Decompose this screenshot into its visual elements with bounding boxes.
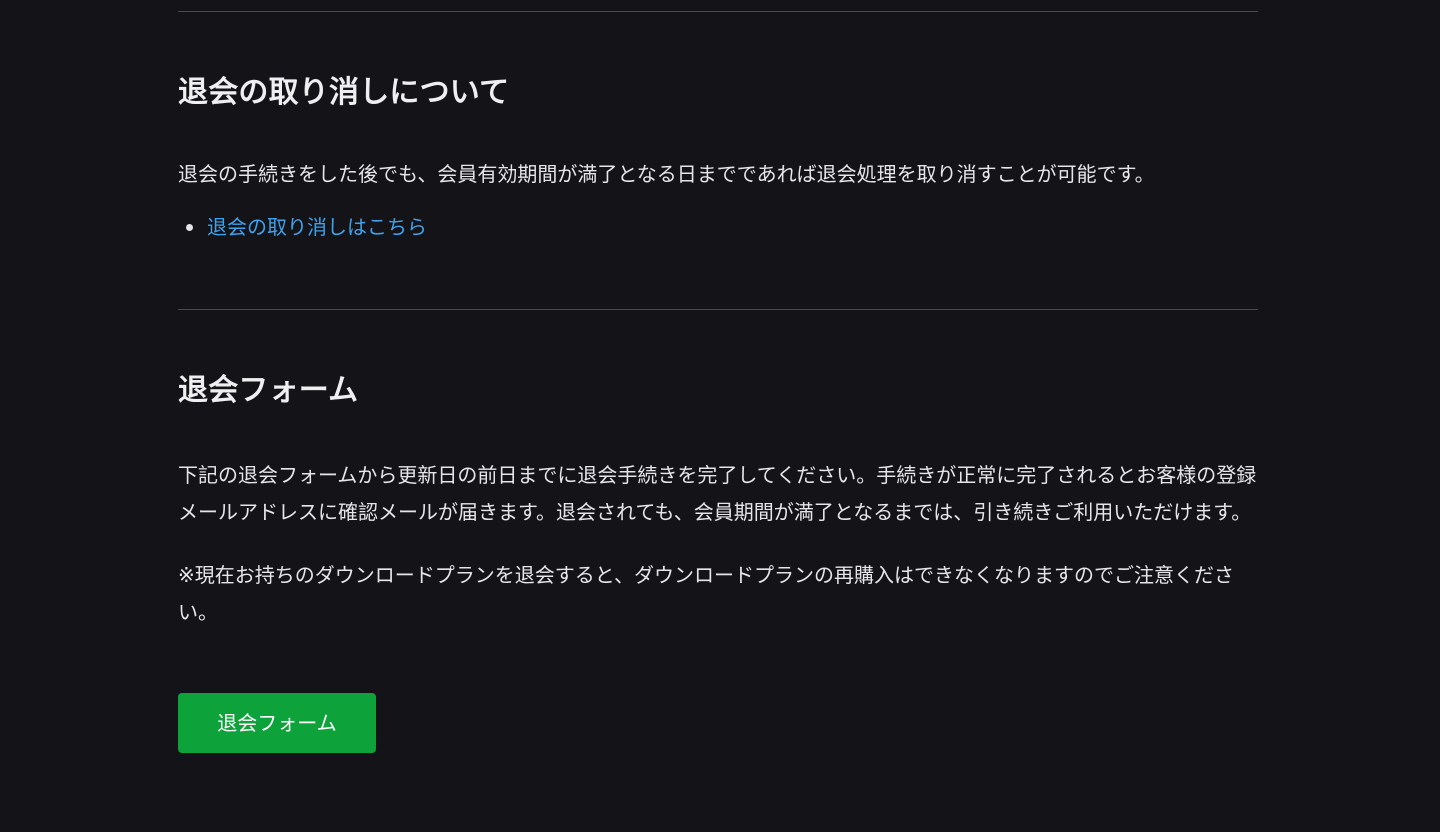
list-item: 退会の取り消しはこちら	[178, 212, 1258, 242]
cancel-section: 退会の取り消しについて 退会の手続きをした後でも、会員有効期間が満了となる日まで…	[178, 12, 1258, 242]
form-section: 退会フォーム 下記の退会フォームから更新日の前日までに退会手続きを完了してくださ…	[178, 310, 1258, 753]
form-section-description: 下記の退会フォームから更新日の前日までに退会手続きを完了してください。手続きが正…	[178, 463, 1257, 524]
bullet-icon	[186, 224, 193, 231]
cancel-section-title: 退会の取り消しについて	[178, 75, 510, 110]
form-section-title: 退会フォーム	[178, 373, 359, 408]
cancel-link-list: 退会の取り消しはこちら	[178, 212, 1258, 242]
cancel-withdrawal-link[interactable]: 退会の取り消しはこちら	[207, 215, 427, 239]
withdrawal-form-button[interactable]: 退会フォーム	[178, 693, 376, 753]
main-content: 退会の取り消しについて 退会の手続きをした後でも、会員有効期間が満了となる日まで…	[178, 0, 1258, 753]
button-row: 退会フォーム	[178, 693, 1258, 753]
cancel-section-description: 退会の手続きをした後でも、会員有効期間が満了となる日までであれば退会処理を取り消…	[178, 162, 1155, 186]
form-section-note: ※現在お持ちのダウンロードプランを退会すると、ダウンロードプランの再購入はできな…	[178, 563, 1234, 624]
